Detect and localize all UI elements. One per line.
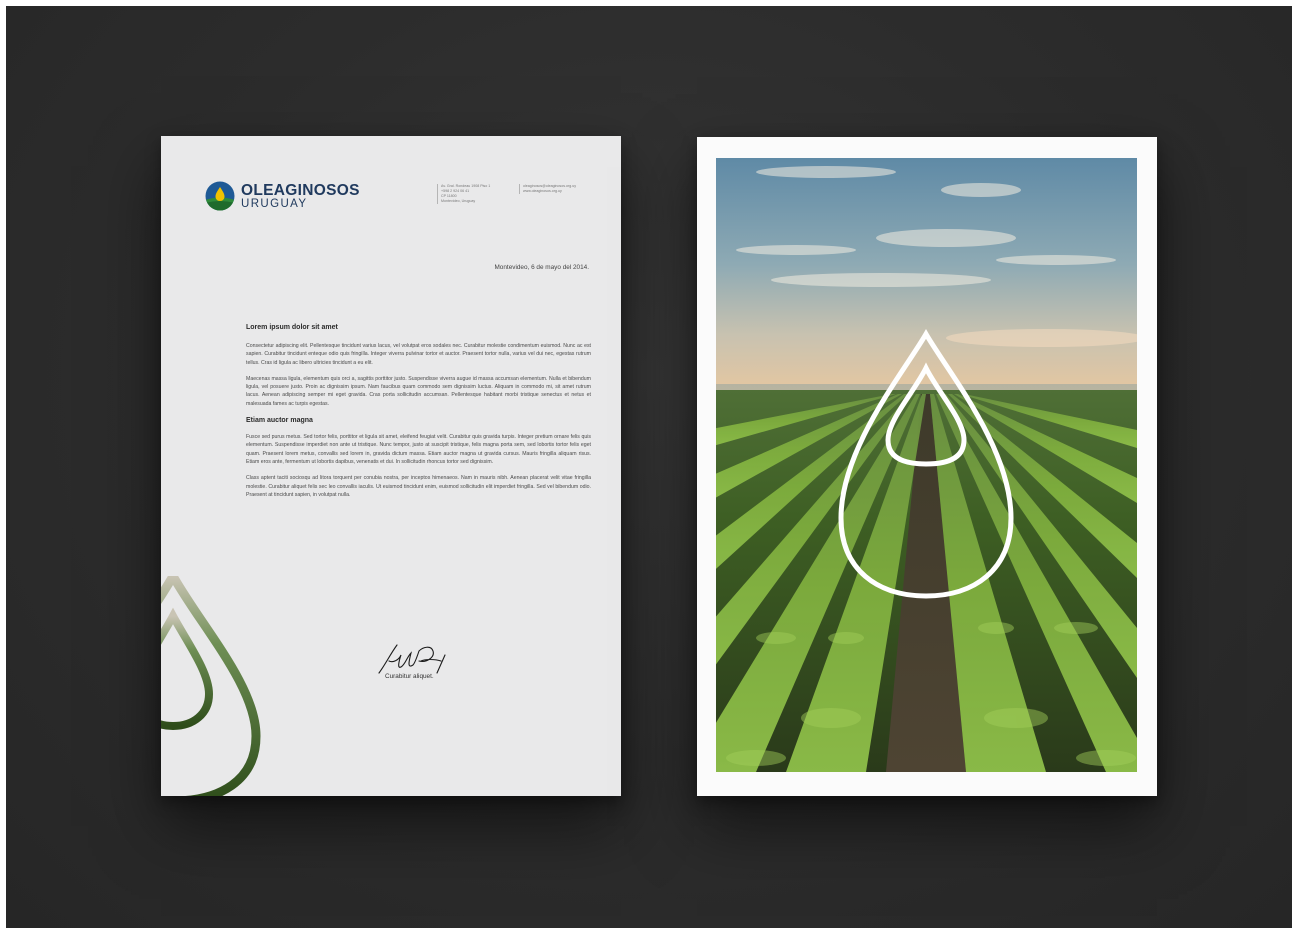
letter-paragraph: Consectetur adipiscing elit. Pellentesqu… xyxy=(246,343,591,366)
decorative-drop-icon xyxy=(161,576,261,796)
letter-paragraph: Class aptent taciti sociosqu ad litora t… xyxy=(246,475,591,498)
contact-line: www.oleaginosos.org.uy xyxy=(523,189,562,193)
letter-date: Montevideo, 6 de mayo del 2014. xyxy=(494,264,589,271)
field-scene xyxy=(716,158,1137,772)
contact-line: Montevideo, Uruguay xyxy=(441,199,476,203)
brand-name-line2: URUGUAY xyxy=(241,198,308,210)
signature-name: Curabitur aliquet. xyxy=(385,673,434,680)
letterhead-sheet: OLEAGINOSOS URUGUAY Av. Gral. Rondeau 19… xyxy=(161,136,621,796)
dark-backdrop: OLEAGINOSOS URUGUAY Av. Gral. Rondeau 19… xyxy=(6,6,1292,928)
soybean-field-photo xyxy=(716,158,1137,772)
letter-body: Lorem ipsum dolor sit amet Consectetur a… xyxy=(246,324,591,507)
oil-drop-logo-icon xyxy=(205,181,235,211)
contact-web: oleaginosos@oleaginosos.org.uy www.oleag… xyxy=(519,184,576,194)
poster-sheet xyxy=(697,137,1157,796)
letter-paragraph: Fusce sed purus metus. Sed tortor felis,… xyxy=(246,434,591,465)
letter-subheading: Etiam auctor magna xyxy=(246,417,313,425)
contact-address: Av. Gral. Rondeau 1908 Piso 1 +598 2 924… xyxy=(437,184,490,204)
letter-paragraph: Maecenas massa ligula, elementum quis or… xyxy=(246,375,591,407)
letter-heading: Lorem ipsum dolor sit amet xyxy=(246,324,338,331)
